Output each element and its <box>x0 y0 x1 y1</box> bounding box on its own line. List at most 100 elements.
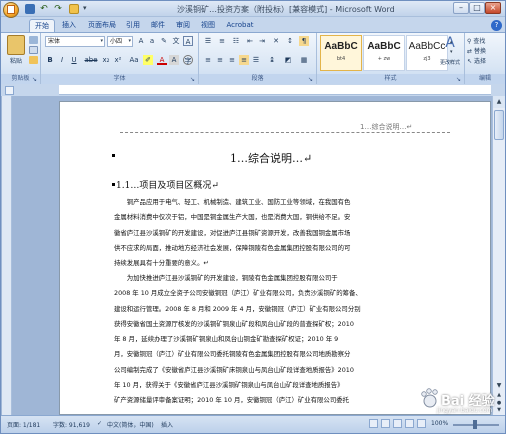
line-spacing-icon[interactable]: ↨ <box>267 55 277 65</box>
decrease-indent-icon[interactable]: ⇤ <box>245 36 255 46</box>
window-title: 沙溪铜矿…投资方案（附投标）[兼容模式] - Microsoft Word <box>177 5 395 14</box>
bold-button[interactable]: B <box>45 55 55 65</box>
word-count[interactable]: 字数: 91,619 <box>53 420 90 429</box>
char-shading-button[interactable]: A <box>169 55 179 65</box>
tab-home[interactable]: 开始 <box>29 19 55 32</box>
subscript-button[interactable]: x₂ <box>101 55 111 65</box>
tab-mailings[interactable]: 邮件 <box>147 19 169 32</box>
justify-icon[interactable]: ≡ <box>239 55 249 65</box>
dialog-launcher-icon[interactable]: ↘ <box>190 76 197 83</box>
redo-icon[interactable]: ↷ <box>53 4 63 14</box>
font-color-button[interactable]: A <box>157 55 167 65</box>
superscript-button[interactable]: x² <box>113 55 123 65</box>
undo-icon[interactable]: ↶ <box>39 4 49 14</box>
office-button[interactable] <box>3 2 19 18</box>
outline-view-icon[interactable] <box>405 419 414 428</box>
font-size-select[interactable]: 小四 ▾ <box>107 36 133 47</box>
title-bar: ↶ ↷ ▾ 沙溪铜矿…投资方案（附投标）[兼容模式] - Microsoft W… <box>1 1 505 17</box>
find-button[interactable]: ⚲ 查找 <box>467 36 485 45</box>
page-header: 1…综合说明…↵ <box>360 123 413 131</box>
insert-mode[interactable]: 插入 <box>161 420 173 429</box>
zoom-slider-thumb[interactable] <box>473 420 477 429</box>
body-paragraph-2: 为加快推进庐江县沙溪铜矿的开发建设，铜陵有色金属集团控股有限公司于 2008 年… <box>114 271 442 409</box>
full-screen-reading-icon[interactable] <box>381 419 390 428</box>
tab-references[interactable]: 引用 <box>121 19 145 32</box>
document-page[interactable]: 1…综合说明…↵ 1…综合说明…↵ 1.1…项目及项目区概况↵ 铜产品应用于电气… <box>59 101 491 415</box>
replace-button[interactable]: ⇄ 替换 <box>467 46 486 55</box>
enclose-char-icon[interactable]: 字 <box>183 55 193 65</box>
spellcheck-icon[interactable]: ✓ <box>97 420 102 427</box>
scroll-thumb[interactable] <box>494 110 504 140</box>
save-icon[interactable] <box>25 4 35 14</box>
tab-view[interactable]: 视图 <box>197 19 219 32</box>
italic-button[interactable]: I <box>57 55 67 65</box>
copy-icon[interactable] <box>29 46 38 54</box>
borders-icon[interactable]: ▦ <box>299 55 309 65</box>
vertical-scrollbar[interactable]: ▲ ▼ ▲ ● ▼ <box>492 96 505 415</box>
tab-review[interactable]: 审阅 <box>171 19 195 32</box>
chapter-heading: 1…综合说明…↵ <box>230 152 313 165</box>
clear-format-icon[interactable]: ✎ <box>159 36 169 46</box>
help-icon[interactable]: ? <box>491 20 502 31</box>
text-line: 2008 年 10 月成立全资子公司安徽铜冠（庐江）矿业有限公司，负责沙溪铜矿的… <box>114 289 362 298</box>
strikethrough-button[interactable]: abe <box>83 55 99 65</box>
distributed-icon[interactable]: ☰ <box>251 55 261 65</box>
zoom-level[interactable]: 100% <box>431 420 448 427</box>
tab-insert[interactable]: 插入 <box>57 19 81 32</box>
select-button[interactable]: ↖ 选择 <box>467 56 486 65</box>
scroll-up-icon[interactable]: ▲ <box>493 96 505 108</box>
font-label: 字体 <box>41 74 198 84</box>
minimize-button[interactable]: – <box>453 2 469 14</box>
shrink-font-icon[interactable]: a <box>147 36 157 46</box>
word-window: ↶ ↷ ▾ 沙溪铜矿…投资方案（附投标）[兼容模式] - Microsoft W… <box>0 0 506 434</box>
tab-acrobat[interactable]: Acrobat <box>223 19 257 32</box>
open-folder-icon[interactable] <box>69 4 79 14</box>
highlight-icon[interactable]: ✐ <box>143 55 153 65</box>
style-bt4[interactable]: AaBbC bt4 <box>320 35 362 71</box>
change-case-button[interactable]: Aa <box>127 55 141 65</box>
font-name-select[interactable]: 宋体 ▾ <box>45 36 105 47</box>
align-left-icon[interactable]: ≡ <box>203 55 213 65</box>
style-zw[interactable]: AaBbC + zw <box>363 35 405 71</box>
chinese-layout-icon[interactable]: ✕ <box>271 36 281 46</box>
text-line: 年 10 月，获得关于《安徽省庐江县沙溪铜矿铜泉山与凤台山矿段详查地质报告》 <box>114 381 344 390</box>
paste-icon[interactable] <box>7 35 25 55</box>
customize-qat-icon[interactable]: ▾ <box>83 4 93 14</box>
web-layout-icon[interactable] <box>393 419 402 428</box>
sort-icon[interactable]: ↕ <box>285 36 295 46</box>
baidu-paw-icon <box>421 388 438 408</box>
paste-button[interactable]: 粘贴 <box>4 56 28 65</box>
dialog-launcher-icon[interactable]: ↘ <box>32 76 39 83</box>
char-border-icon[interactable]: A <box>183 36 193 46</box>
horizontal-ruler[interactable] <box>59 85 491 95</box>
align-right-icon[interactable]: ≡ <box>227 55 237 65</box>
paragraph-mark <box>112 154 115 157</box>
phonetic-guide-icon[interactable]: 文 <box>171 36 181 46</box>
page-count[interactable]: 页面: 1/181 <box>7 420 40 429</box>
dialog-launcher-icon[interactable]: ↘ <box>456 76 463 83</box>
maximize-button[interactable]: □ <box>469 2 485 14</box>
align-center-icon[interactable]: ≡ <box>215 55 225 65</box>
language-indicator[interactable]: 中文(简体，中国) <box>107 420 154 429</box>
show-marks-icon[interactable]: ¶ <box>299 36 309 46</box>
multilevel-list-icon[interactable]: ☷ <box>231 36 241 46</box>
change-styles-button[interactable]: A 更改样式 <box>437 35 463 73</box>
grow-font-icon[interactable]: A <box>136 36 146 46</box>
increase-indent-icon[interactable]: ⇥ <box>257 36 267 46</box>
tab-page-layout[interactable]: 页面布局 <box>83 19 121 32</box>
dialog-launcher-icon[interactable]: ↘ <box>308 76 315 83</box>
bullets-icon[interactable]: ☰ <box>203 36 213 46</box>
cut-icon[interactable] <box>29 36 38 44</box>
underline-button[interactable]: U <box>69 55 79 65</box>
numbering-icon[interactable]: ≡ <box>217 36 227 46</box>
paragraph-mark <box>112 183 115 186</box>
text-line: 金属材料消费中仅次于铝，中国是铜金属生产大国，也是消费大国，铜供给不足。安 <box>114 213 351 222</box>
paragraph-group: ☰ ≡ ☷ ⇤ ⇥ ✕ ↕ ¶ ≡ ≡ ≡ ≡ ☰ ↨ ◩ ▦ 段落 ↘ <box>199 33 317 84</box>
ribbon-tabs: 开始 插入 页面布局 引用 邮件 审阅 视图 Acrobat ? <box>1 17 505 32</box>
shading-icon[interactable]: ◩ <box>283 55 293 65</box>
format-painter-icon[interactable] <box>29 56 38 64</box>
close-button[interactable]: × <box>485 2 501 14</box>
draft-view-icon[interactable] <box>417 419 426 428</box>
ruler-toggle-icon[interactable] <box>5 86 14 95</box>
print-layout-view-icon[interactable] <box>369 419 378 428</box>
